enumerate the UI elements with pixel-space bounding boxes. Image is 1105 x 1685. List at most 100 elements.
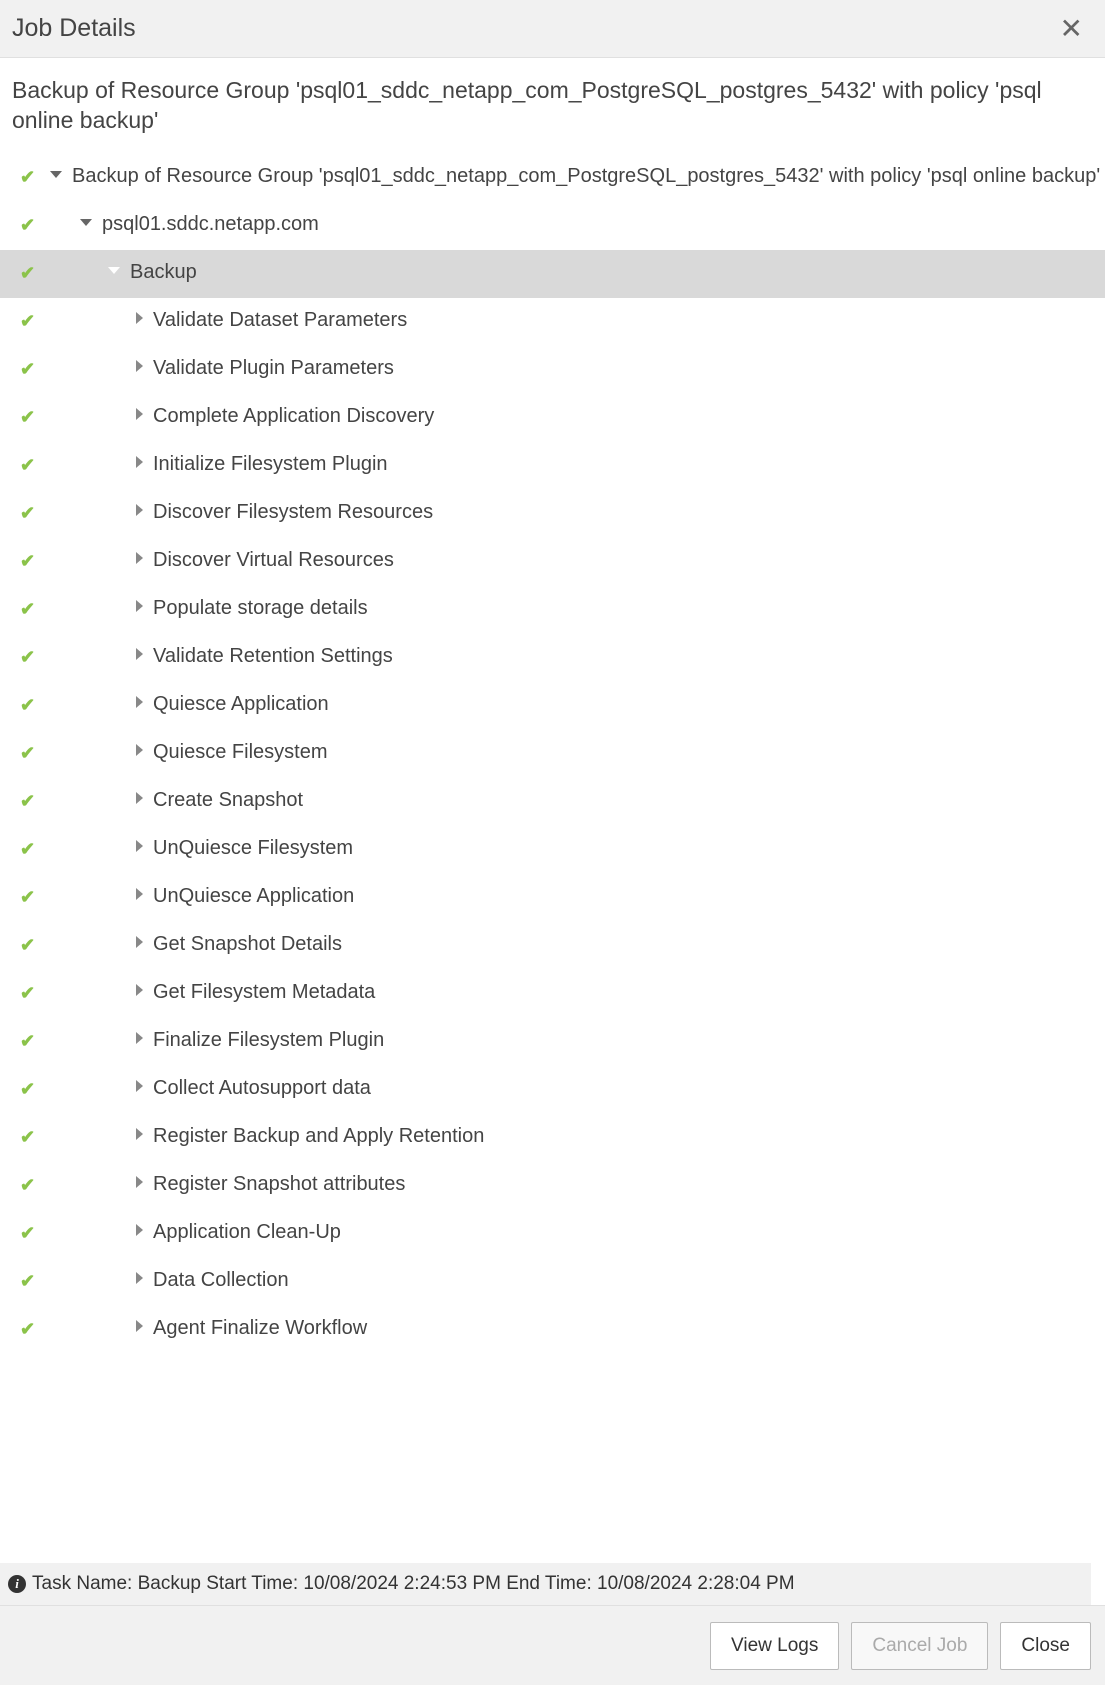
chevron-right-icon[interactable] — [136, 1080, 143, 1092]
tree-item-step[interactable]: ✔ Get Snapshot Details — [0, 922, 1105, 970]
chevron-right-icon[interactable] — [136, 360, 143, 372]
tree-item-label: psql01.sddc.netapp.com — [102, 210, 319, 238]
success-check-icon: ✔ — [20, 258, 44, 286]
chevron-right-icon[interactable] — [136, 600, 143, 612]
view-logs-button[interactable]: View Logs — [710, 1622, 839, 1670]
tree-item-step[interactable]: ✔ Data Collection — [0, 1258, 1105, 1306]
chevron-right-icon[interactable] — [136, 552, 143, 564]
tree-item-label: UnQuiesce Filesystem — [153, 834, 353, 862]
status-text: Task Name: Backup Start Time: 10/08/2024… — [32, 1573, 795, 1595]
chevron-right-icon[interactable] — [136, 1032, 143, 1044]
success-check-icon: ✔ — [20, 738, 44, 766]
tree-item-label: Validate Dataset Parameters — [153, 306, 407, 334]
tree-item-backup[interactable]: ✔ Backup — [0, 250, 1105, 298]
chevron-right-icon[interactable] — [136, 1176, 143, 1188]
tree-item-label: Backup of Resource Group 'psql01_sddc_ne… — [72, 162, 1100, 190]
tree-item-step[interactable]: ✔Validate Dataset Parameters — [0, 298, 1105, 346]
success-check-icon: ✔ — [20, 978, 44, 1006]
success-check-icon: ✔ — [20, 1218, 44, 1246]
chevron-right-icon[interactable] — [136, 1272, 143, 1284]
tree-item-step[interactable]: ✔ Populate storage details — [0, 586, 1105, 634]
tree-item-label: Get Filesystem Metadata — [153, 978, 375, 1006]
tree-item-label: UnQuiesce Application — [153, 882, 354, 910]
tree-item-step[interactable]: ✔ Application Clean-Up — [0, 1210, 1105, 1258]
tree-item-step[interactable]: ✔Initialize Filesystem Plugin — [0, 442, 1105, 490]
tree-item-step[interactable]: ✔Register Snapshot attributes — [0, 1162, 1105, 1210]
tree-item-label: Populate storage details — [153, 594, 368, 622]
success-check-icon: ✔ — [20, 786, 44, 814]
chevron-right-icon[interactable] — [136, 504, 143, 516]
chevron-right-icon[interactable] — [136, 936, 143, 948]
tree-item-step[interactable]: ✔ Create Snapshot — [0, 778, 1105, 826]
success-check-icon: ✔ — [20, 210, 44, 238]
success-check-icon: ✔ — [20, 834, 44, 862]
tree-item-label: Quiesce Filesystem — [153, 738, 328, 766]
close-button[interactable]: Close — [1000, 1622, 1091, 1670]
chevron-down-icon[interactable] — [50, 171, 62, 178]
tree-item-label: Backup — [130, 258, 197, 286]
success-check-icon: ✔ — [20, 930, 44, 958]
chevron-right-icon[interactable] — [136, 648, 143, 660]
close-icon[interactable]: ✕ — [1056, 15, 1087, 43]
tree-item-label: Quiesce Application — [153, 690, 329, 718]
success-check-icon: ✔ — [20, 1314, 44, 1342]
success-check-icon: ✔ — [20, 546, 44, 574]
tree-item-label: Agent Finalize Workflow — [153, 1314, 367, 1342]
tree-item-step[interactable]: ✔ Agent Finalize Workflow — [0, 1306, 1105, 1354]
cancel-job-button[interactable]: Cancel Job — [851, 1622, 988, 1670]
tree-item-label: Collect Autosupport data — [153, 1074, 371, 1102]
tree-item-step[interactable]: ✔ Quiesce Filesystem — [0, 730, 1105, 778]
tree-item-step[interactable]: ✔ Get Filesystem Metadata — [0, 970, 1105, 1018]
chevron-right-icon[interactable] — [136, 408, 143, 420]
chevron-right-icon[interactable] — [136, 840, 143, 852]
tree-item-label: Get Snapshot Details — [153, 930, 342, 958]
success-check-icon: ✔ — [20, 402, 44, 430]
tree-item-step[interactable]: ✔Validate Retention Settings — [0, 634, 1105, 682]
tree-item-label: Application Clean-Up — [153, 1218, 341, 1246]
tree-item-step[interactable]: ✔ UnQuiesce Application — [0, 874, 1105, 922]
tree-item-label: Register Backup and Apply Retention — [153, 1122, 484, 1150]
chevron-right-icon[interactable] — [136, 1128, 143, 1140]
chevron-right-icon[interactable] — [136, 456, 143, 468]
status-bar: i Task Name: Backup Start Time: 10/08/20… — [0, 1563, 1091, 1605]
tree-item-step[interactable]: ✔ Validate Plugin Parameters — [0, 346, 1105, 394]
dialog-title: Job Details — [12, 14, 136, 43]
tree-item-root[interactable]: ✔ Backup of Resource Group 'psql01_sddc_… — [0, 154, 1105, 202]
job-name-heading: Backup of Resource Group 'psql01_sddc_ne… — [0, 60, 1105, 146]
tree-item-label: Create Snapshot — [153, 786, 303, 814]
tree-item-label: Complete Application Discovery — [153, 402, 434, 430]
tree-item-label: Validate Plugin Parameters — [153, 354, 394, 382]
success-check-icon: ✔ — [20, 354, 44, 382]
success-check-icon: ✔ — [20, 450, 44, 478]
tree-item-label: Data Collection — [153, 1266, 289, 1294]
tree-item-step[interactable]: ✔Discover Filesystem Resources — [0, 490, 1105, 538]
tree-item-step[interactable]: ✔ Complete Application Discovery — [0, 394, 1105, 442]
tree-item-step[interactable]: ✔ Quiesce Application — [0, 682, 1105, 730]
tree-item-step[interactable]: ✔Collect Autosupport data — [0, 1066, 1105, 1114]
chevron-down-icon[interactable] — [108, 267, 120, 274]
tree-item-step[interactable]: ✔ Register Backup and Apply Retention — [0, 1114, 1105, 1162]
success-check-icon: ✔ — [20, 882, 44, 910]
tree-item-step[interactable]: ✔ UnQuiesce Filesystem — [0, 826, 1105, 874]
tree-item-step[interactable]: ✔Discover Virtual Resources — [0, 538, 1105, 586]
success-check-icon: ✔ — [20, 162, 44, 190]
success-check-icon: ✔ — [20, 1026, 44, 1054]
chevron-right-icon[interactable] — [136, 792, 143, 804]
tree-item-label: Discover Filesystem Resources — [153, 498, 433, 526]
chevron-right-icon[interactable] — [136, 1224, 143, 1236]
tree-item-step[interactable]: ✔Finalize Filesystem Plugin — [0, 1018, 1105, 1066]
chevron-down-icon[interactable] — [80, 219, 92, 226]
success-check-icon: ✔ — [20, 594, 44, 622]
success-check-icon: ✔ — [20, 1266, 44, 1294]
success-check-icon: ✔ — [20, 1122, 44, 1150]
tree-item-label: Register Snapshot attributes — [153, 1170, 405, 1198]
chevron-right-icon[interactable] — [136, 744, 143, 756]
chevron-right-icon[interactable] — [136, 312, 143, 324]
content-scroll[interactable]: Backup of Resource Group 'psql01_sddc_ne… — [0, 60, 1105, 1605]
success-check-icon: ✔ — [20, 690, 44, 718]
chevron-right-icon[interactable] — [136, 696, 143, 708]
chevron-right-icon[interactable] — [136, 888, 143, 900]
chevron-right-icon[interactable] — [136, 984, 143, 996]
tree-item-host[interactable]: ✔ psql01.sddc.netapp.com — [0, 202, 1105, 250]
chevron-right-icon[interactable] — [136, 1320, 143, 1332]
